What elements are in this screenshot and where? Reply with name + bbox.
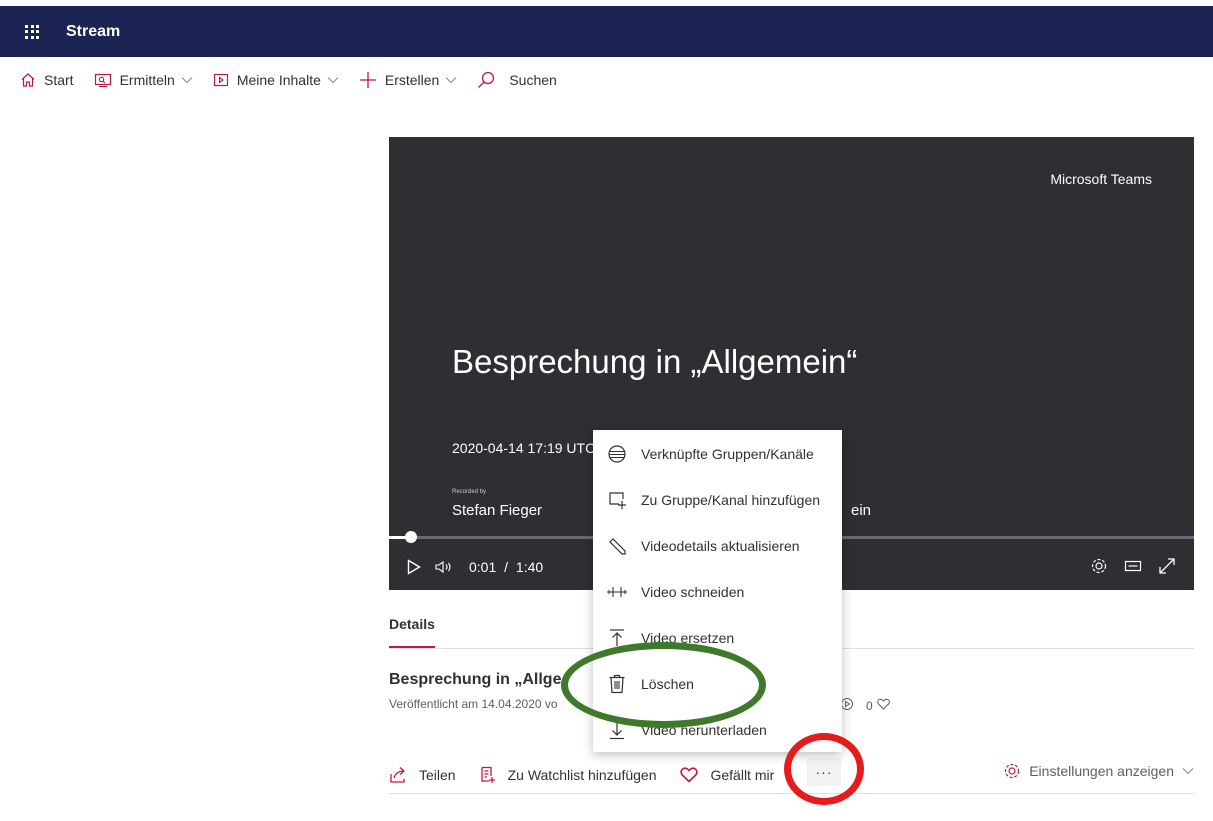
chevron-down-icon [181,76,193,84]
slate-partial-text: ein [851,502,872,519]
gear-icon [1005,763,1020,779]
progress-knob[interactable] [405,531,417,543]
nav-ermitteln[interactable]: Ermitteln [94,72,193,88]
nav-ermitteln-label: Ermitteln [119,72,175,88]
heart-outline-icon [876,698,890,713]
share-label: Teilen [419,766,456,783]
menu-item-linked-groups[interactable]: Verknüpfte Gruppen/Kanäle [593,431,842,477]
heart-icon [680,766,699,783]
time-display: 0:01 / 1:40 [469,559,543,575]
share-button[interactable]: Teilen [389,766,456,784]
views-icon [840,697,854,714]
recorded-by-label: Recorded by [452,489,487,495]
show-settings-label: Einstellungen anzeigen [1029,763,1174,779]
search-icon [477,71,495,89]
nav-start[interactable]: Start [20,72,74,88]
brand-label: Microsoft Teams [1050,171,1152,187]
menu-item-label: Videodetails aktualisieren [641,538,800,554]
video-title-start: Besprechung in „Allge [389,671,562,688]
time-separator: / [504,559,509,575]
show-settings-toggle[interactable]: Einstellungen anzeigen [1003,762,1194,780]
top-nav: Start Ermitteln Meine Inhalte Erstellen … [0,64,557,96]
nav-meine-inhalte-label: Meine Inhalte [236,72,321,88]
app-title[interactable]: Stream [66,23,120,41]
menu-item-add-to-group[interactable]: Zu Gruppe/Kanal hinzufügen [593,477,842,523]
my-content-icon [213,72,229,88]
menu-item-label: Verknüpfte Gruppen/Kanäle [641,446,814,462]
tab-active-indicator [389,646,435,648]
nav-erstellen-label: Erstellen [384,72,440,88]
nav-search-label: Suchen [509,72,557,88]
recorder-name: Stefan Fieger [452,502,543,519]
app-header: Stream [0,6,1213,57]
plus-icon [359,71,377,89]
player-settings-icon[interactable] [1090,557,1108,578]
watchlist-label: Zu Watchlist hinzufügen [507,766,657,783]
published-info: Veröffentlicht am 14.04.2020 vo [389,697,558,711]
time-total: 1:40 [515,559,544,575]
video-stats: 0 [840,697,890,714]
tab-details[interactable]: Details [389,616,435,632]
menu-item-trim-video[interactable]: Video schneiden [593,569,842,615]
chevron-down-icon [327,76,339,84]
nav-search[interactable]: Suchen [477,71,557,89]
app-launcher-icon[interactable] [25,24,39,39]
home-icon [20,72,36,88]
video-slate-date: 2020-04-14 17:19 UTC [452,440,596,456]
fullscreen-icon[interactable] [1158,557,1176,578]
likes-count: 0 [866,698,873,713]
menu-item-update-details[interactable]: Videodetails aktualisieren [593,523,842,569]
add-to-group-icon [593,490,641,510]
nav-start-label: Start [44,72,74,88]
like-label: Gefällt mir [710,766,775,783]
chevron-down-icon [445,76,457,84]
trim-icon [593,584,641,600]
pencil-icon [593,536,641,556]
nav-erstellen[interactable]: Erstellen [359,71,457,89]
annotation-green-oval [561,642,766,728]
play-icon[interactable] [407,559,421,575]
like-button[interactable]: Gefällt mir [680,767,774,783]
watchlist-button[interactable]: Zu Watchlist hinzufügen [480,766,657,784]
progress-fill [389,536,406,539]
annotation-red-circle [784,733,864,805]
chevron-down-icon [1182,768,1194,775]
volume-icon[interactable] [435,560,453,574]
menu-item-label: Zu Gruppe/Kanal hinzufügen [641,492,821,508]
discover-icon [94,72,112,88]
video-slate-title: Besprechung in „Allgemein“ [452,343,858,380]
time-current: 0:01 [469,559,497,575]
menu-item-label: Video schneiden [641,584,745,600]
linked-groups-icon [593,444,641,464]
theater-mode-icon[interactable] [1124,557,1142,578]
nav-meine-inhalte[interactable]: Meine Inhalte [213,72,339,88]
watchlist-icon [480,766,495,783]
share-icon [390,766,405,783]
